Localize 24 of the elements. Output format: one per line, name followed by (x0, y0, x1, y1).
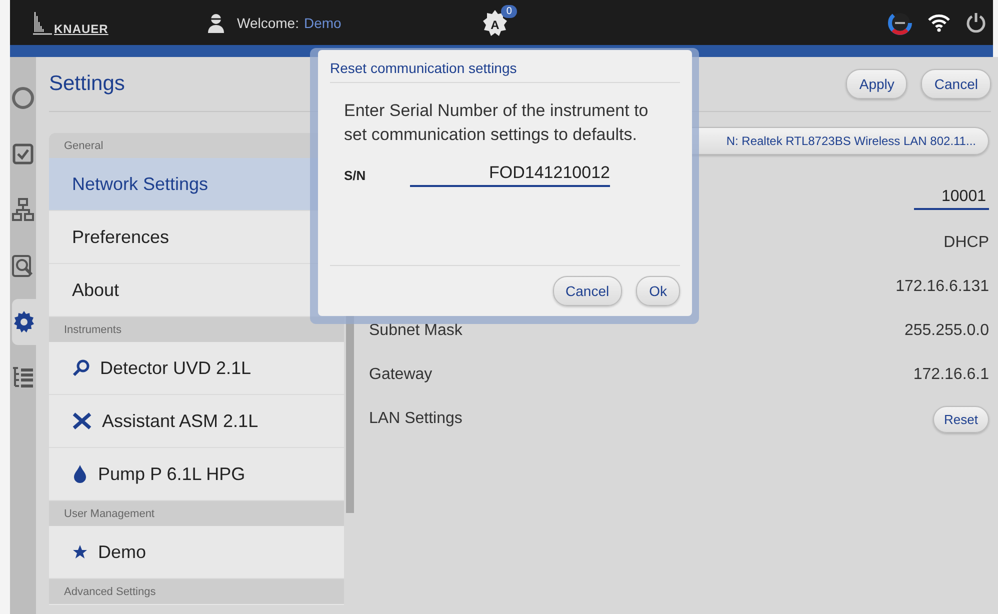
dialog-title: Reset communication settings (330, 50, 680, 83)
item-label: Pump P 6.1L HPG (98, 464, 246, 484)
field-label: S/N (344, 168, 367, 182)
group-heading: Instruments (49, 317, 344, 342)
group-heading: Advanced Settings (49, 579, 344, 604)
group-heading: User Management (49, 501, 344, 526)
brand-name: KNAUER (54, 22, 108, 36)
setting-value: 172.16.6.131 (896, 278, 989, 296)
dialog-message: Enter Serial Number of the instrument to set communication settings to defaults. (343, 100, 650, 146)
setting-value: 172.16.6.1 (913, 366, 989, 384)
setting-label: LAN Settings (369, 410, 462, 428)
page-title: Settings (49, 72, 125, 96)
item-label: Detector UVD 2.1L (100, 358, 252, 378)
item-label: Network Settings (72, 174, 208, 194)
setting-label: Subnet Mask (369, 322, 462, 340)
setting-value: 255.255.0.0 (904, 322, 989, 340)
setting-label: Gateway (369, 366, 432, 384)
item-label: Assistant ASM 2.1L (102, 410, 258, 432)
item-label: About (72, 280, 120, 300)
item-label: Preferences (72, 226, 170, 248)
notification-badge: 0 (501, 4, 517, 18)
setting-value: DHCP (944, 234, 989, 252)
welcome-label: Welcome: (237, 14, 299, 30)
item-label: Demo (98, 542, 146, 562)
